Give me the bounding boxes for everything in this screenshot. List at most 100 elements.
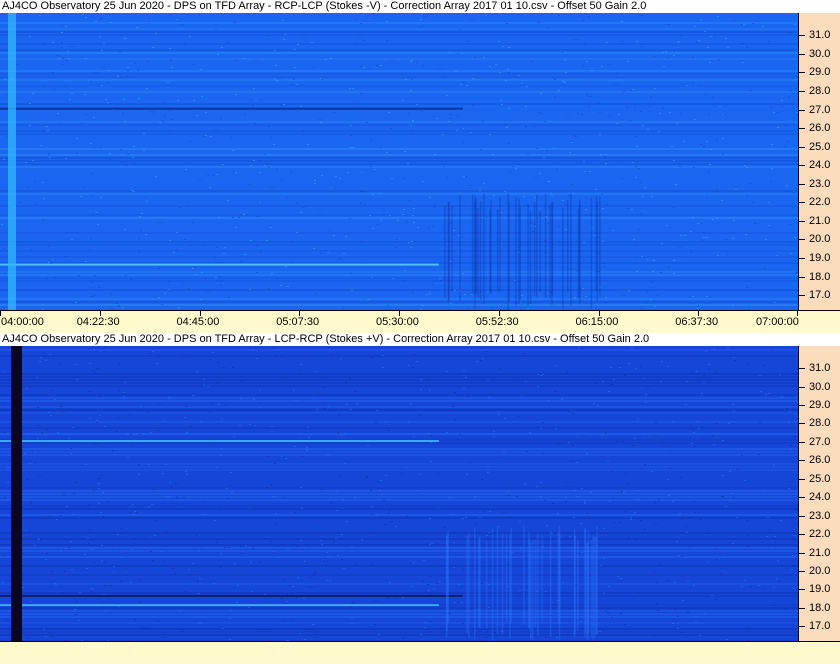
noise-speckle [300, 364, 302, 365]
noise-speckle [48, 262, 50, 263]
noise-speckle [304, 639, 306, 640]
noise-speckle [209, 187, 211, 188]
noise-stripe [0, 193, 798, 195]
noise-speckle [205, 547, 207, 548]
noise-speckle [46, 553, 48, 554]
spectrogram-bottom [0, 346, 798, 641]
noise-speckle [777, 112, 779, 113]
noise-speckle [732, 305, 734, 306]
noise-speckle [49, 633, 51, 634]
noise-speckle [692, 355, 694, 356]
noise-speckle [100, 18, 102, 19]
noise-speckle [387, 305, 389, 306]
noise-speckle [65, 256, 67, 257]
noise-speckle [655, 436, 657, 437]
noise-speckle [567, 114, 569, 115]
noise-speckle [582, 288, 584, 289]
noise-stripe [0, 607, 798, 609]
noise-speckle [192, 563, 194, 564]
noise-speckle [1, 224, 3, 225]
burst-streak [507, 193, 509, 310]
noise-speckle [519, 594, 521, 595]
x-tick-label: 05:30:00 [376, 316, 419, 328]
burst-streak [475, 199, 478, 296]
noise-speckle [699, 635, 701, 636]
y-tick [799, 276, 805, 278]
noise-speckle [433, 588, 435, 589]
noise-speckle [655, 523, 657, 524]
noise-speckle [409, 563, 411, 564]
noise-speckle [311, 629, 313, 630]
noise-speckle [737, 469, 739, 470]
noise-speckle [236, 602, 238, 603]
noise-speckle [380, 147, 382, 148]
noise-speckle [50, 415, 52, 416]
noise-speckle [459, 29, 461, 30]
noise-speckle [527, 308, 529, 309]
noise-speckle [259, 202, 261, 203]
noise-speckle [583, 161, 585, 162]
y-tick [799, 128, 805, 130]
noise-speckle [204, 514, 206, 515]
noise-speckle [491, 307, 493, 308]
noise-speckle [127, 67, 129, 68]
noise-speckle [665, 51, 667, 52]
noise-speckle [363, 40, 365, 41]
noise-speckle [747, 546, 749, 547]
noise-speckle [525, 381, 527, 382]
noise-speckle [186, 474, 188, 475]
noise-speckle [768, 393, 770, 394]
noise-speckle [513, 73, 515, 74]
noise-speckle [698, 428, 700, 429]
noise-speckle [53, 410, 55, 411]
noise-speckle [506, 23, 508, 24]
noise-speckle [7, 620, 9, 621]
burst-streak [527, 204, 529, 306]
noise-speckle [220, 455, 222, 456]
burst-streak [595, 196, 598, 291]
noise-speckle [509, 171, 511, 172]
noise-speckle [667, 580, 669, 581]
noise-speckle [656, 603, 658, 604]
noise-speckle [680, 113, 682, 114]
noise-speckle [641, 256, 643, 257]
noise-speckle [75, 364, 77, 365]
noise-speckle [571, 184, 573, 185]
noise-speckle [732, 238, 734, 239]
noise-speckle [462, 623, 464, 624]
noise-speckle [784, 146, 786, 147]
noise-speckle [286, 594, 288, 595]
noise-stripe [0, 634, 798, 636]
noise-speckle [554, 604, 556, 605]
noise-speckle [716, 189, 718, 190]
burst-streak [574, 536, 576, 635]
noise-speckle [493, 436, 495, 437]
noise-speckle [327, 561, 329, 562]
noise-speckle [251, 591, 253, 592]
noise-speckle [271, 606, 273, 607]
noise-speckle [691, 371, 693, 372]
noise-speckle [193, 64, 195, 65]
noise-speckle [37, 438, 39, 439]
noise-speckle [174, 573, 176, 574]
noise-speckle [499, 72, 501, 73]
noise-speckle [607, 613, 609, 614]
y-tick [799, 72, 805, 74]
noise-speckle [457, 53, 459, 54]
noise-speckle [43, 44, 45, 45]
noise-speckle [118, 390, 120, 391]
noise-speckle [467, 41, 469, 42]
noise-stripe [0, 355, 798, 357]
noise-speckle [127, 70, 129, 71]
noise-speckle [607, 64, 609, 65]
noise-speckle [581, 552, 583, 553]
noise-speckle [384, 524, 386, 525]
noise-speckle [162, 473, 164, 474]
noise-speckle [460, 84, 462, 85]
noise-stripe [0, 214, 798, 216]
noise-speckle [350, 273, 352, 274]
noise-speckle [224, 547, 226, 548]
noise-speckle [725, 239, 727, 240]
noise-stripe [0, 493, 798, 495]
noise-speckle [729, 471, 731, 472]
